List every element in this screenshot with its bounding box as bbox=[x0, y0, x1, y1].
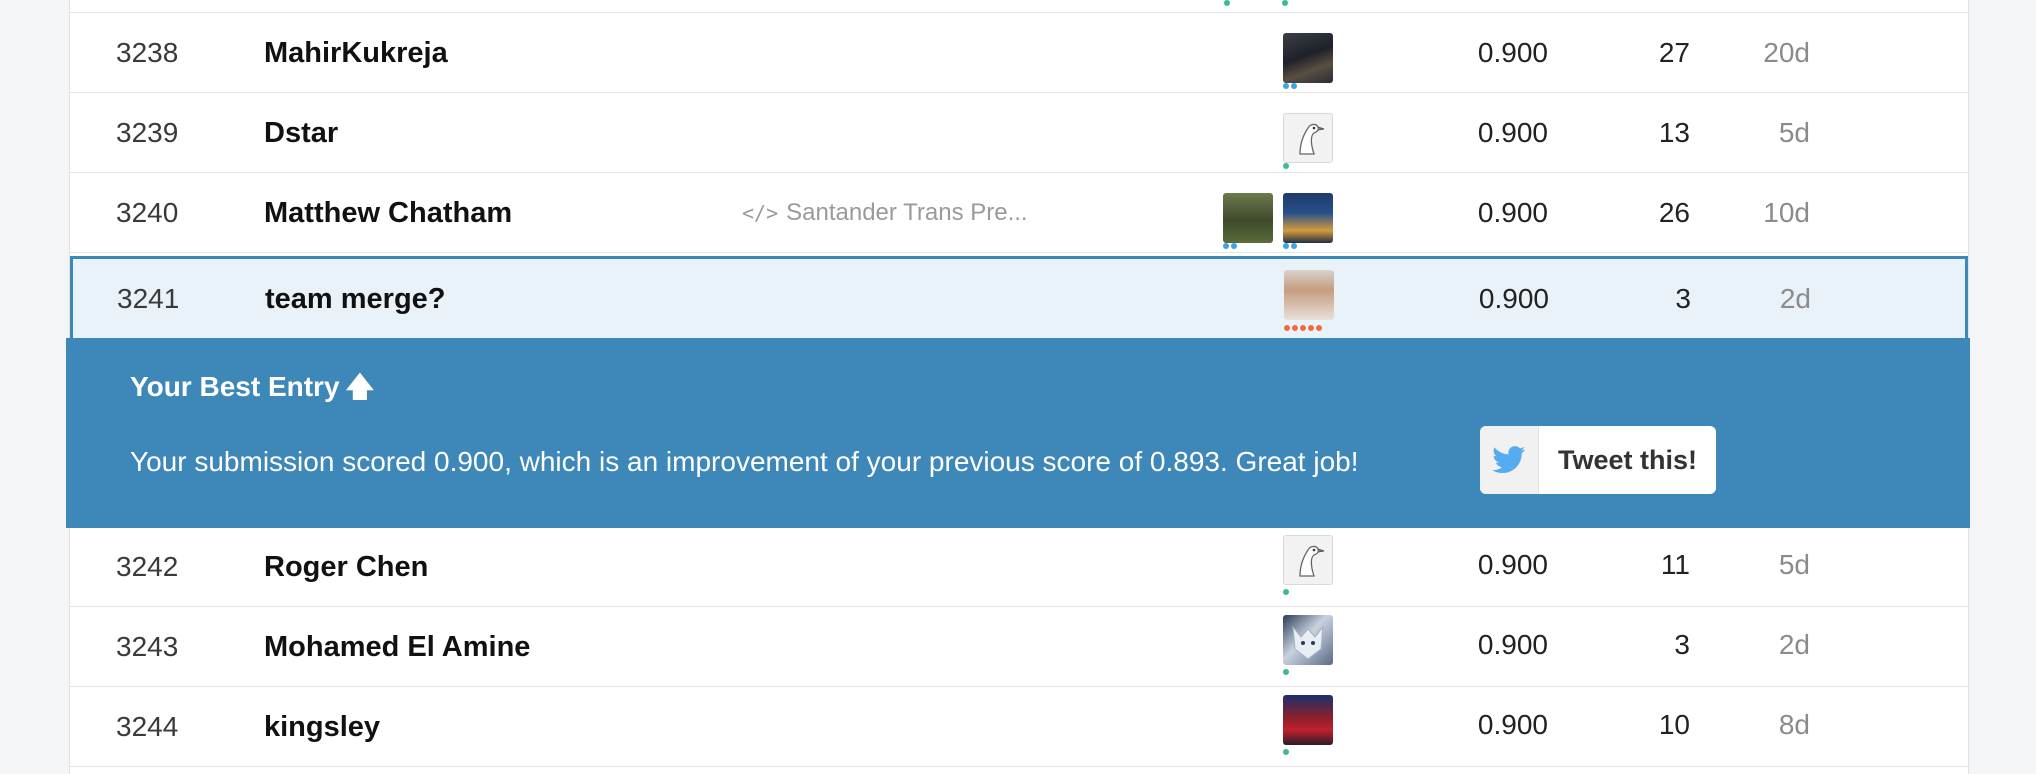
entries-count: 10 bbox=[1658, 709, 1690, 740]
rank: 3242 bbox=[116, 551, 179, 582]
team-name[interactable]: MahirKukreja bbox=[264, 13, 448, 93]
kernel-link[interactable]: </> Santander Trans Pre... bbox=[742, 173, 1028, 253]
banner-message: Your submission scored 0.900, which is a… bbox=[130, 446, 1359, 477]
rank: 3240 bbox=[116, 197, 179, 228]
score: 0.900 bbox=[1477, 709, 1548, 740]
last-submission: 20d bbox=[1763, 37, 1810, 68]
score: 0.900 bbox=[1477, 549, 1548, 580]
leaderboard-row[interactable]: 3240 Matthew Chatham </> Santander Trans … bbox=[70, 173, 1968, 253]
leaderboard-row[interactable]: 3239 Dstar 0.900 13 5d bbox=[70, 93, 1968, 173]
score: 0.900 bbox=[1477, 197, 1548, 228]
last-submission: 2d bbox=[1779, 283, 1811, 314]
arrow-up-icon: 🡅 bbox=[345, 371, 375, 402]
banner-title-text: Your Best Entry bbox=[130, 371, 340, 402]
team-name[interactable]: Roger Chen bbox=[264, 527, 428, 607]
tweet-button[interactable]: Tweet this! bbox=[1480, 426, 1716, 494]
score: 0.900 bbox=[1478, 283, 1549, 314]
last-submission: 5d bbox=[1778, 117, 1810, 148]
last-submission: 10d bbox=[1763, 197, 1810, 228]
score: 0.900 bbox=[1477, 629, 1548, 660]
tier-dot bbox=[1282, 0, 1290, 6]
entries-count: 3 bbox=[1675, 283, 1691, 314]
kernel-title: Santander Trans Pre... bbox=[786, 199, 1028, 226]
my-team-row[interactable]: 3241 team merge? 0.900 3 2d bbox=[70, 256, 1968, 338]
best-entry-banner: Your Best Entry 🡅 Your submission scored … bbox=[66, 338, 1970, 528]
rank: 3241 bbox=[117, 283, 180, 314]
last-submission: 2d bbox=[1778, 629, 1810, 660]
team-name[interactable]: Dstar bbox=[264, 93, 338, 173]
score: 0.900 bbox=[1477, 117, 1548, 148]
score: 0.900 bbox=[1477, 37, 1548, 68]
entries-count: 27 bbox=[1658, 37, 1690, 68]
rank: 3244 bbox=[116, 711, 179, 742]
leaderboard-row[interactable]: 3243 Mohamed El Amine 0.900 3 2d bbox=[70, 607, 1968, 687]
rank: 3243 bbox=[116, 631, 179, 662]
entries-count: 26 bbox=[1658, 197, 1690, 228]
team-name[interactable]: Matthew Chatham bbox=[264, 173, 512, 253]
entries-count: 3 bbox=[1674, 629, 1690, 660]
leaderboard-row[interactable]: 3242 Roger Chen 0.900 11 5d bbox=[70, 527, 1968, 607]
team-name[interactable]: Mohamed El Amine bbox=[264, 607, 530, 687]
rank: 3239 bbox=[116, 117, 179, 148]
leaderboard-row[interactable]: 3238 MahirKukreja 0.900 27 20d bbox=[70, 13, 1968, 93]
entries-count: 13 bbox=[1658, 117, 1690, 148]
leaderboard-row[interactable]: 3244 kingsley 0.900 10 8d bbox=[70, 687, 1968, 767]
rank: 3238 bbox=[116, 37, 179, 68]
tier-dot bbox=[1224, 0, 1232, 6]
twitter-bird-icon bbox=[1480, 426, 1539, 494]
code-icon: </> bbox=[742, 201, 779, 225]
tweet-label: Tweet this! bbox=[1557, 444, 1697, 475]
last-submission: 8d bbox=[1778, 709, 1810, 740]
entries-count: 11 bbox=[1660, 549, 1690, 580]
last-submission: 5d bbox=[1778, 549, 1810, 580]
team-name[interactable]: kingsley bbox=[264, 687, 380, 767]
banner-title: Your Best Entry 🡅 bbox=[130, 366, 374, 414]
team-name[interactable]: team merge? bbox=[265, 259, 446, 339]
